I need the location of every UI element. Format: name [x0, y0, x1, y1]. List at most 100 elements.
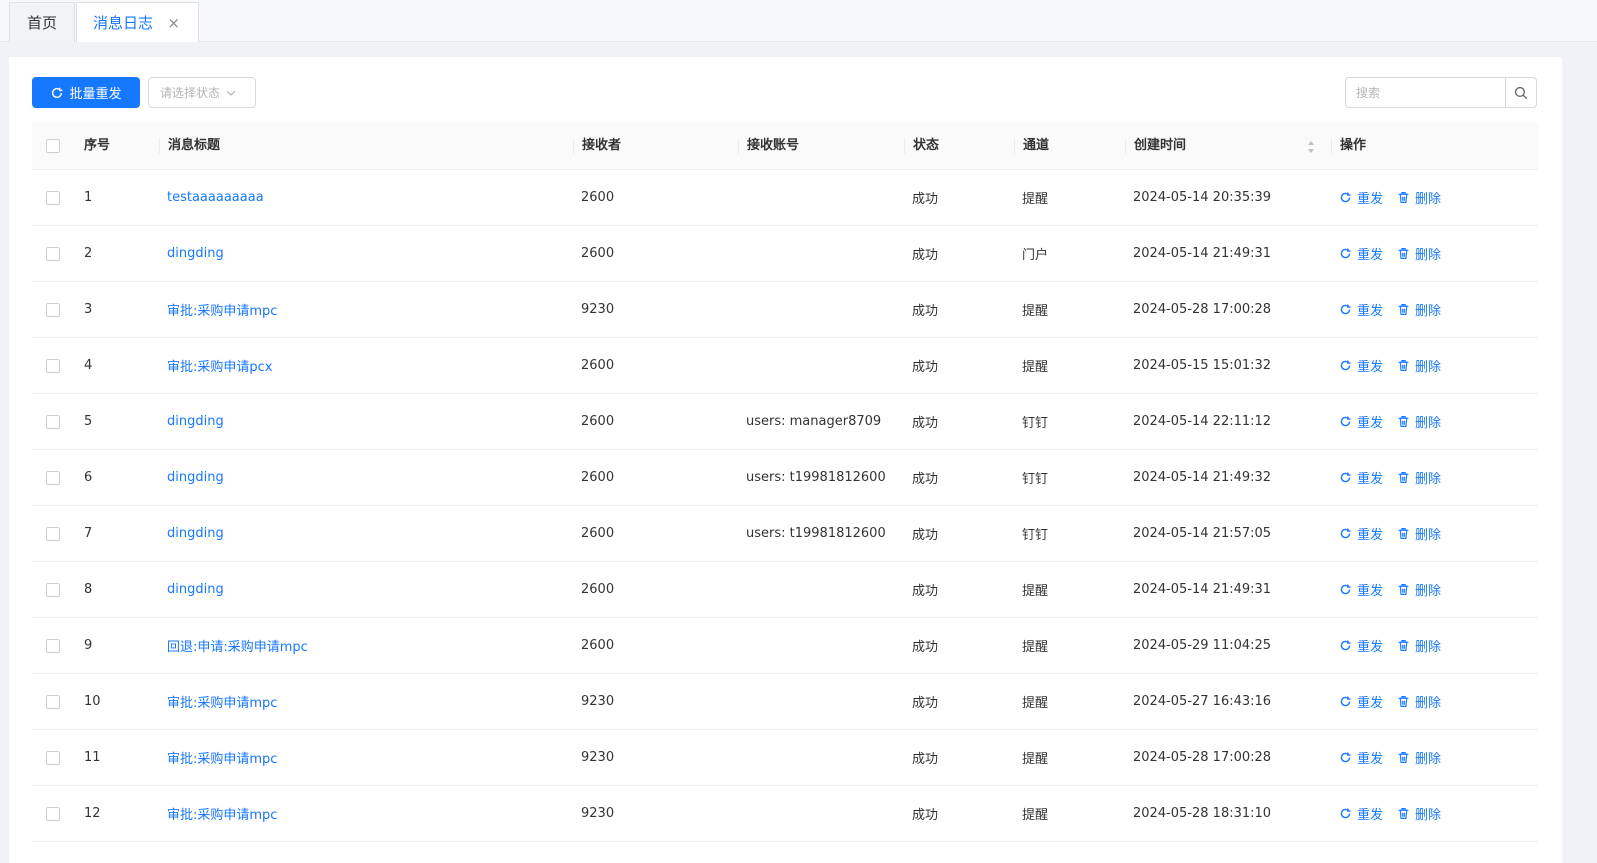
resend-button[interactable]: 重发 [1339, 692, 1383, 711]
message-title-link[interactable]: dingding [167, 526, 224, 541]
delete-button[interactable]: 删除 [1397, 468, 1441, 487]
delete-button[interactable]: 删除 [1397, 300, 1441, 319]
row-checkbox[interactable] [46, 246, 60, 261]
row-select-cell [32, 785, 76, 842]
tab-bar: 首页 消息日志 × [0, 0, 1597, 42]
status-select[interactable]: 请选择状态 [148, 77, 256, 108]
delete-button[interactable]: 删除 [1397, 356, 1441, 375]
delete-label: 删除 [1415, 696, 1442, 711]
resend-button[interactable]: 重发 [1339, 524, 1383, 543]
table-row: 10 审批:采购申请mpc 9230 成功 提醒 2024-05-27 16:43:16 重… [32, 673, 1538, 730]
message-title-link[interactable]: 回退:申请:采购申请mpc [167, 640, 308, 655]
delete-button[interactable]: 删除 [1397, 412, 1441, 431]
row-select-cell [32, 169, 76, 226]
resend-button[interactable]: 重发 [1339, 748, 1383, 767]
message-log-table: 序号 消息标题 接收者 接收账号 状态 通道 创建时间 操作 1 testaaaa… [32, 123, 1538, 842]
cell-receiver: 9230 [573, 729, 738, 786]
resend-button[interactable]: 重发 [1339, 356, 1383, 375]
delete-button[interactable]: 删除 [1397, 692, 1441, 711]
row-checkbox[interactable] [46, 750, 60, 765]
cell-receiver: 2600 [573, 169, 738, 226]
delete-button[interactable]: 删除 [1397, 636, 1441, 655]
row-checkbox[interactable] [46, 302, 60, 317]
message-title-link[interactable]: 审批:采购申请mpc [167, 752, 277, 767]
resend-label: 重发 [1357, 528, 1384, 543]
message-title-link[interactable]: 审批:采购申请mpc [167, 808, 277, 823]
message-title-link[interactable]: dingding [167, 414, 224, 429]
delete-button[interactable]: 删除 [1397, 244, 1441, 263]
resend-button[interactable]: 重发 [1339, 580, 1383, 599]
resend-button[interactable]: 重发 [1339, 636, 1383, 655]
chevron-down-icon [226, 90, 236, 96]
delete-button[interactable]: 删除 [1397, 580, 1441, 599]
close-icon[interactable]: × [167, 3, 180, 43]
search-input[interactable] [1346, 78, 1496, 107]
message-title-link[interactable]: dingding [167, 246, 224, 261]
search-button[interactable] [1505, 78, 1536, 107]
resend-label: 重发 [1357, 360, 1384, 375]
delete-label: 删除 [1415, 640, 1442, 655]
row-checkbox[interactable] [46, 414, 60, 429]
resend-label: 重发 [1357, 640, 1384, 655]
cell-status: 成功 [904, 393, 1014, 450]
cell-title: 审批:采购申请mpc [159, 785, 573, 842]
delete-button[interactable]: 删除 [1397, 188, 1441, 207]
row-checkbox[interactable] [46, 526, 60, 541]
row-checkbox[interactable] [46, 358, 60, 373]
trash-icon [1398, 416, 1409, 427]
cell-channel: 提醒 [1014, 673, 1125, 730]
cell-index: 3 [76, 281, 159, 338]
batch-resend-button[interactable]: 批量重发 [32, 77, 140, 108]
trash-icon [1398, 640, 1409, 651]
cell-index: 10 [76, 673, 159, 730]
cell-title: 审批:采购申请mpc [159, 729, 573, 786]
resend-button[interactable]: 重发 [1339, 804, 1383, 823]
tab-home[interactable]: 首页 [9, 2, 75, 42]
message-title-link[interactable]: testaaaaaaaaa [167, 190, 264, 205]
cell-title: 回退:申请:采购申请mpc [159, 617, 573, 674]
delete-button[interactable]: 删除 [1397, 748, 1441, 767]
delete-button[interactable]: 删除 [1397, 524, 1441, 543]
message-title-link[interactable]: 审批:采购申请mpc [167, 304, 277, 319]
resend-button[interactable]: 重发 [1339, 300, 1383, 319]
row-checkbox[interactable] [46, 470, 60, 485]
resend-button[interactable]: 重发 [1339, 244, 1383, 263]
cell-ops: 重发 删除 [1331, 225, 1538, 282]
message-title-link[interactable]: 审批:采购申请mpc [167, 696, 277, 711]
content-card: 批量重发 请选择状态 序号 消息标题 接收者 接收账号 [9, 57, 1562, 863]
cell-title: 审批:采购申请mpc [159, 281, 573, 338]
row-checkbox[interactable] [46, 806, 60, 821]
cell-receiver: 9230 [573, 673, 738, 730]
message-title-link[interactable]: dingding [167, 470, 224, 485]
resend-button[interactable]: 重发 [1339, 468, 1383, 487]
message-title-link[interactable]: 审批:采购申请pcx [167, 360, 272, 375]
resend-button[interactable]: 重发 [1339, 188, 1383, 207]
select-all-checkbox[interactable] [46, 139, 60, 153]
cell-index: 9 [76, 617, 159, 674]
row-checkbox[interactable] [46, 694, 60, 709]
refresh-icon [1340, 696, 1351, 707]
cell-index: 2 [76, 225, 159, 282]
header-select-all [32, 123, 76, 170]
refresh-icon [1340, 528, 1351, 539]
cell-receiver: 2600 [573, 561, 738, 618]
row-checkbox[interactable] [46, 582, 60, 597]
tab-message-log[interactable]: 消息日志 × [76, 2, 199, 42]
row-checkbox[interactable] [46, 638, 60, 653]
resend-label: 重发 [1357, 248, 1384, 263]
header-created[interactable]: 创建时间 [1125, 123, 1331, 170]
delete-label: 删除 [1415, 248, 1442, 263]
cell-index: 8 [76, 561, 159, 618]
header-ops: 操作 [1331, 123, 1538, 170]
row-checkbox[interactable] [46, 190, 60, 205]
cell-index: 4 [76, 337, 159, 394]
resend-button[interactable]: 重发 [1339, 412, 1383, 431]
cell-created: 2024-05-14 21:49:32 [1125, 449, 1331, 506]
cell-channel: 提醒 [1014, 169, 1125, 226]
cell-status: 成功 [904, 673, 1014, 730]
row-select-cell [32, 505, 76, 562]
message-title-link[interactable]: dingding [167, 582, 224, 597]
cell-created: 2024-05-27 16:43:16 [1125, 673, 1331, 730]
sort-icon[interactable] [1307, 140, 1315, 154]
delete-button[interactable]: 删除 [1397, 804, 1441, 823]
